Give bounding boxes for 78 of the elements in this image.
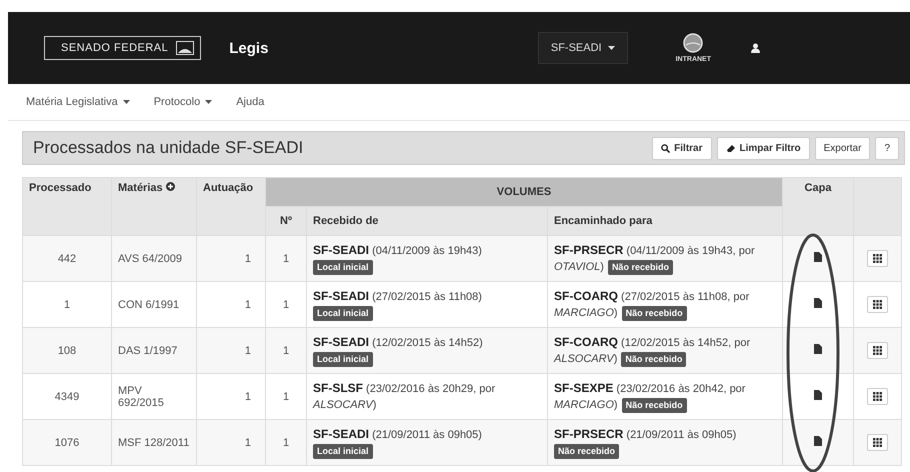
grid-icon [873, 438, 882, 447]
app-name: Legis [229, 40, 268, 56]
table-cell: 1 [266, 236, 306, 282]
toolbar-button[interactable]: ? [875, 136, 899, 160]
caret-icon [122, 100, 130, 104]
user-icon[interactable] [751, 43, 760, 53]
table-cell-text: ALSOCARV) [554, 352, 618, 367]
status-label: Local inicial [313, 444, 373, 458]
grid-button[interactable] [867, 388, 888, 405]
document-icon[interactable] [814, 344, 822, 354]
globe-icon [683, 33, 704, 53]
status-label: Local inicial [313, 260, 373, 274]
table-cell: SF-COARQ (12/02/2015 às 14h52, por [554, 334, 750, 351]
grid-icon [873, 392, 882, 401]
table-cell: SF-SEADI (04/11/2009 às 19h43) [313, 242, 482, 259]
caret-icon [205, 100, 212, 104]
table-cell: 1 [266, 328, 306, 374]
caret-icon [608, 46, 615, 50]
grid-icon [873, 300, 882, 309]
grid-icon [873, 346, 882, 355]
grid-button[interactable] [867, 434, 888, 451]
status-label: Não recebido [621, 352, 686, 366]
table-cell: 1076 [22, 420, 112, 466]
status-label: Local inicial [313, 306, 373, 320]
senate-logo[interactable]: SENADO FEDERAL [44, 36, 202, 60]
document-icon[interactable] [814, 252, 822, 262]
table-cell: SF-PRSECR (21/09/2011 às 09h05) [554, 426, 736, 443]
toolbar-button[interactable]: Exportar [814, 136, 870, 160]
status-label: Não recebido [608, 260, 673, 274]
column-header: Recebido de [306, 206, 548, 236]
column-header[interactable]: Matérias [112, 178, 196, 236]
eraser-button[interactable]: Limpar Filtro [716, 136, 810, 160]
grid-icon [873, 254, 882, 263]
status-label: Não recebido [622, 306, 687, 320]
unit-selector[interactable]: SF-SEADI [538, 32, 628, 64]
table-cell: AVS 64/2009 [112, 236, 196, 282]
grid-button[interactable] [867, 342, 888, 359]
table-cell: SF-SLSF (23/02/2016 às 20h29, por [313, 380, 496, 397]
document-icon[interactable] [814, 390, 822, 400]
table-cell-text: MARCIAGO) [554, 398, 618, 413]
table-cell: SF-COARQ (27/02/2015 às 11h08, por [554, 288, 750, 305]
table-cell: 1 [266, 420, 306, 466]
column-header: Capa [782, 178, 854, 236]
table-cell: 1 [196, 236, 266, 282]
status-label: Não recebido [554, 444, 620, 458]
column-header: Encaminhado para [548, 206, 782, 236]
document-icon[interactable] [814, 436, 822, 446]
table-cell-text: OTAVIOL) [554, 260, 604, 275]
group-header: VOLUMES [266, 178, 782, 206]
table-cell: 1 [196, 328, 266, 374]
table-cell: 442 [22, 236, 112, 282]
table-cell: MSF 128/2011 [112, 420, 196, 466]
table-cell: SF-SEADI (12/02/2015 às 14h52) [313, 334, 483, 351]
table-cell: SF-SEADI (21/09/2011 às 09h05) [313, 426, 482, 443]
table-cell: DAS 1/1997 [112, 328, 196, 374]
status-label: Não recebido [622, 398, 687, 412]
table-cell: 1 [196, 420, 266, 466]
table-cell-text: MARCIAGO) [554, 306, 618, 321]
table-cell-text: ALSOCARV) [313, 398, 376, 413]
table-cell: SF-PRSECR (04/11/2009 às 19h43, por [554, 242, 755, 259]
menu-item[interactable]: Protocolo [154, 96, 212, 108]
column-header: Autuação [196, 178, 266, 236]
column-header: Nº [266, 206, 306, 236]
document-icon[interactable] [814, 298, 822, 308]
plus-circle-icon [166, 182, 175, 191]
menu-item[interactable]: Matéria Legislativa [26, 96, 130, 108]
table-cell: SF-SEXPE (23/02/2016 às 20h42, por [554, 380, 746, 397]
grid-button[interactable] [867, 250, 888, 267]
table-cell: SF-SEADI (27/02/2015 às 11h08) [313, 288, 482, 305]
menu-item[interactable]: Ajuda [236, 96, 264, 108]
eraser-icon [726, 144, 736, 152]
panel-title: Processados na unidade SF-SEADI [33, 138, 304, 158]
grid-button[interactable] [867, 296, 888, 313]
table-cell: 108 [22, 328, 112, 374]
search-button[interactable]: Filtrar [652, 136, 712, 160]
search-icon [661, 144, 670, 152]
column-header: Processado [22, 178, 112, 236]
status-label: Local inicial [313, 352, 373, 366]
